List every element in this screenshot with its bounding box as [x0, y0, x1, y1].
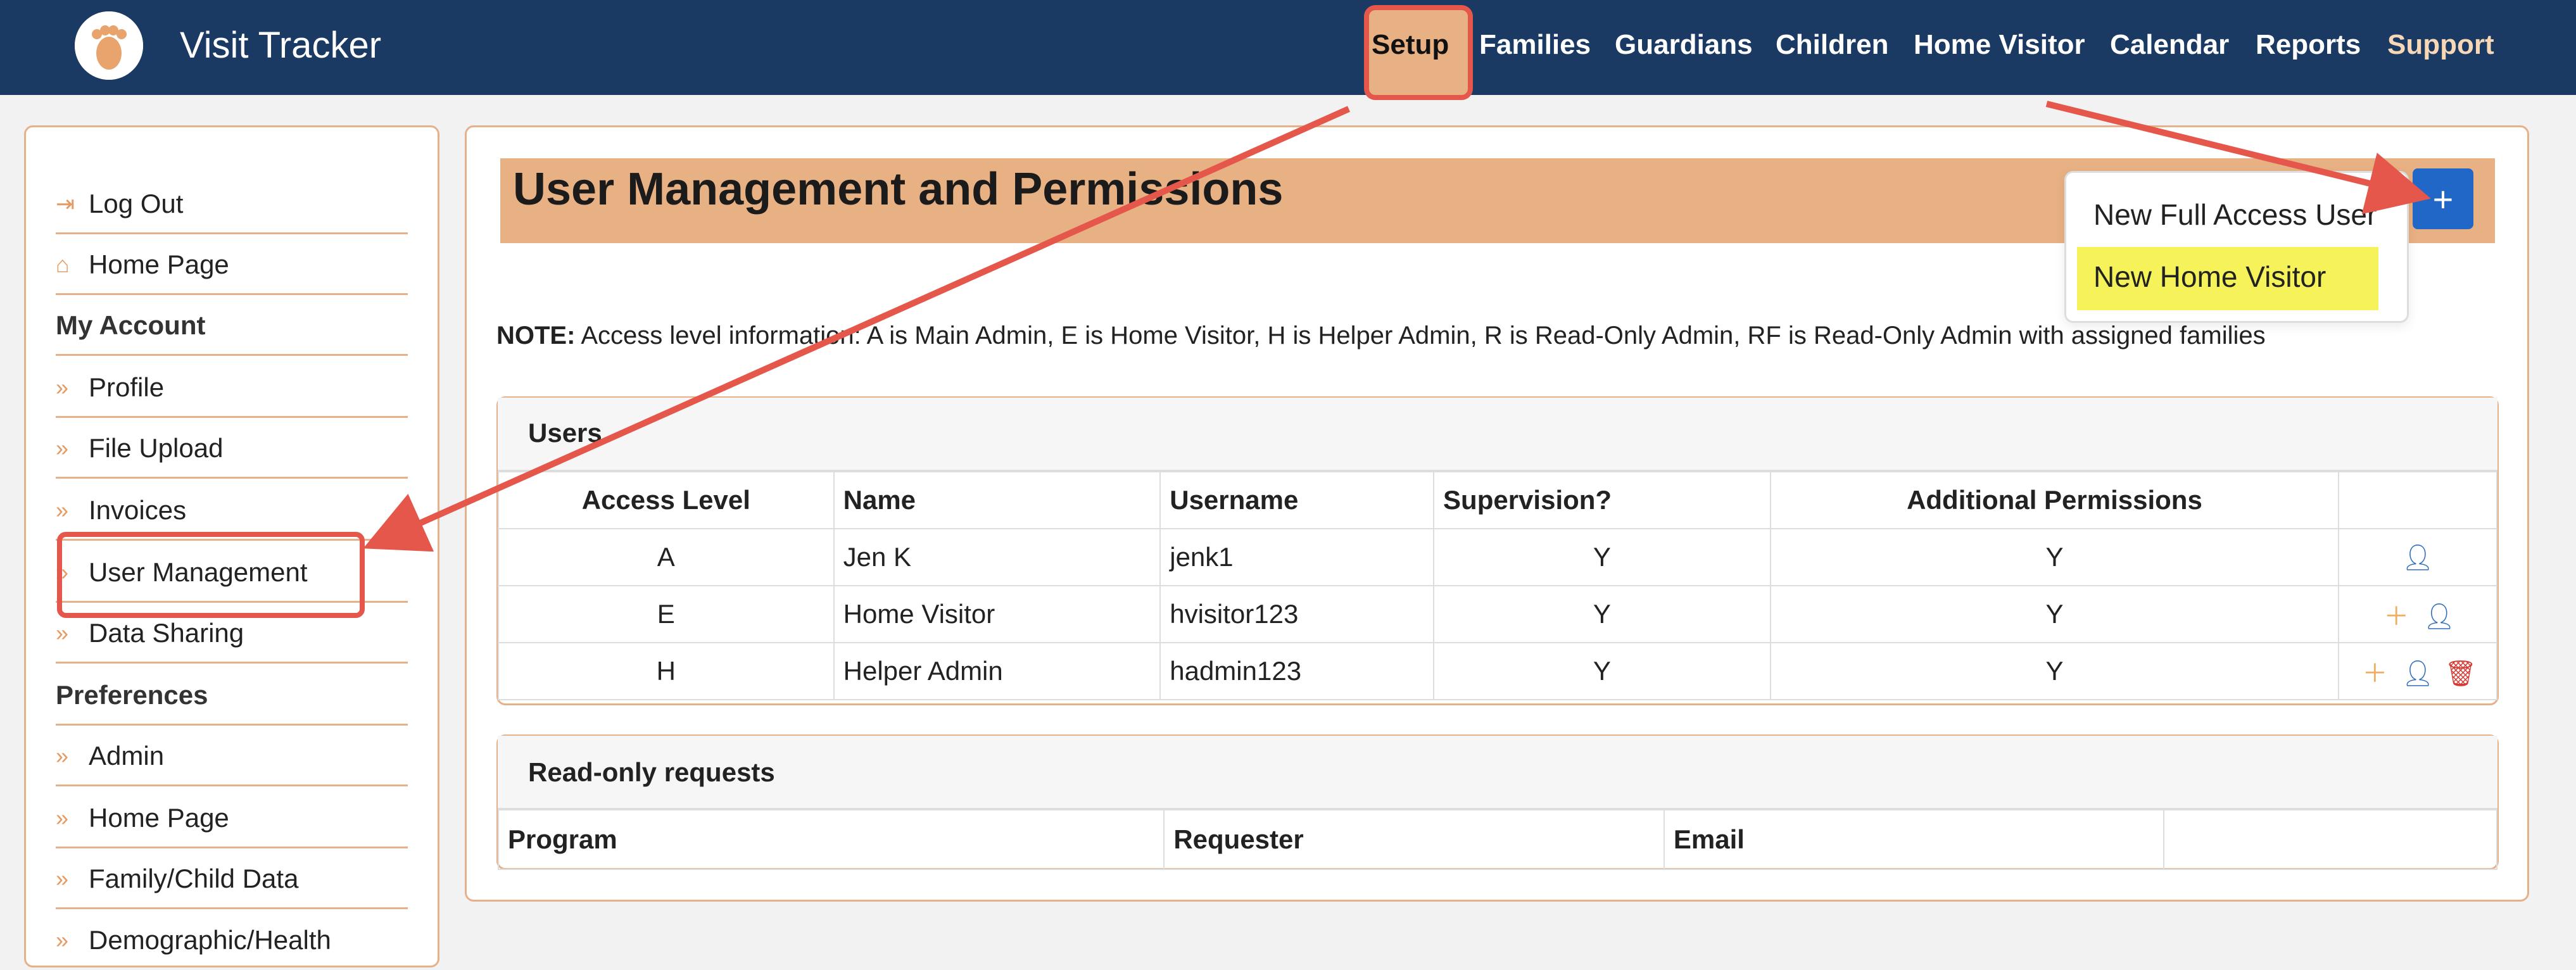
col-additional-permissions: Additional Permissions	[1769, 471, 2340, 529]
sidebar-item-file-upload[interactable]: » File Upload	[56, 419, 408, 479]
col-username: Username	[1159, 471, 1435, 529]
cell-name: Home Visitor	[833, 585, 1161, 643]
user-icon[interactable]: 👤︎	[2400, 543, 2435, 572]
sidebar-item-home-page[interactable]: ⌂ Home Page	[56, 236, 408, 295]
dropdown-item-new-full-access-user[interactable]: New Full Access User	[2093, 198, 2377, 232]
cell-supervision: Y	[1433, 528, 1771, 586]
cell-name: Jen K	[833, 528, 1161, 586]
chevron-right-icon: »	[56, 374, 69, 400]
col-program: Program	[497, 809, 1165, 870]
add-user-button[interactable]: +	[2413, 168, 2473, 229]
cell-name: Helper Admin	[833, 642, 1161, 700]
sidebar-item-family-child-data[interactable]: » Family/Child Data	[56, 850, 408, 909]
sidebar-item-label: Data Sharing	[89, 617, 244, 648]
cell-username: jenk1	[1159, 528, 1435, 586]
plus-icon: +	[2432, 179, 2454, 219]
cell-actions: 👤︎	[2338, 528, 2497, 586]
note-label: NOTE:	[496, 322, 576, 350]
trash-icon[interactable]: 🗑︎	[2443, 658, 2478, 688]
sidebar-item-label: Profile	[89, 372, 165, 402]
sidebar-item-label: Demographic/Health	[89, 925, 331, 955]
sidebar-item-log-out[interactable]: ⇥ Log Out	[56, 175, 408, 234]
readonly-requests-table: Program Requester Email	[497, 809, 2497, 870]
plus-icon[interactable]: ＋	[2378, 596, 2414, 633]
chevron-right-icon: »	[56, 865, 69, 891]
app-title: Visit Tracker	[180, 25, 382, 66]
users-table: Access Level Name Username Supervision? …	[498, 471, 2497, 700]
cell-access-level: A	[498, 528, 835, 586]
readonly-table-header-row: Program Requester Email	[497, 809, 2497, 870]
home-icon: ⌂	[56, 251, 70, 277]
chevron-right-icon: »	[56, 742, 69, 769]
nav-calendar[interactable]: Calendar	[2110, 29, 2229, 61]
nav-support[interactable]: Support	[2387, 29, 2494, 61]
col-requester: Requester	[1163, 809, 1665, 870]
cell-username: hadmin123	[1159, 642, 1435, 700]
nav-home-visitor[interactable]: Home Visitor	[1914, 29, 2085, 61]
sidebar-section-label: My Account	[56, 310, 206, 340]
users-table-header-row: Access Level Name Username Supervision? …	[498, 471, 2497, 529]
note-text: Access level information: A is Main Admi…	[581, 322, 2266, 350]
chevron-right-icon: »	[56, 434, 69, 461]
sidebar-section-label: Preferences	[56, 679, 208, 710]
col-supervision: Supervision?	[1433, 471, 1771, 529]
col-readonly-actions	[2163, 809, 2497, 870]
sidebar-item-label: Invoices	[89, 494, 187, 525]
access-level-note: NOTE: Access level information: A is Mai…	[496, 322, 2491, 350]
sidebar-section-my-account: My Account	[56, 296, 408, 356]
sidebar-item-label: Family/Child Data	[89, 863, 299, 893]
cell-access-level: E	[498, 585, 835, 643]
col-actions	[2338, 471, 2497, 529]
sidebar-item-home-page-pref[interactable]: » Home Page	[56, 789, 408, 848]
nav-reports[interactable]: Reports	[2256, 29, 2361, 61]
chevron-right-icon: »	[56, 496, 69, 523]
users-card-header	[498, 398, 2497, 472]
nav-children[interactable]: Children	[1776, 29, 1888, 61]
cell-access-level: H	[498, 642, 835, 700]
cell-additional-permissions: Y	[1769, 528, 2340, 586]
sidebar-item-label: Home Page	[89, 249, 229, 279]
cell-username: hvisitor123	[1159, 585, 1435, 643]
user-icon[interactable]: 👤︎	[2421, 602, 2457, 631]
chevron-right-icon: »	[56, 927, 69, 953]
plus-icon[interactable]: ＋	[2357, 653, 2392, 690]
sidebar-item-label: Log Out	[89, 188, 184, 218]
sidebar-item-label: Home Page	[89, 802, 229, 833]
users-card-title: Users	[528, 418, 602, 448]
cell-supervision: Y	[1433, 642, 1771, 700]
sidebar-item-profile[interactable]: » Profile	[56, 358, 408, 418]
page-title: User Management and Permissions	[513, 164, 1284, 215]
chevron-right-icon: »	[56, 804, 69, 831]
app-logo	[75, 11, 143, 80]
user-management-highlight	[57, 532, 365, 618]
cell-supervision: Y	[1433, 585, 1771, 643]
logout-icon: ⇥	[56, 190, 75, 217]
sidebar-item-label: File Upload	[89, 432, 224, 463]
sidebar-section-preferences: Preferences	[56, 666, 408, 726]
cell-actions: ＋ 👤︎ 🗑︎	[2338, 642, 2497, 700]
readonly-requests-header	[498, 736, 2497, 810]
cell-actions: ＋ 👤︎	[2338, 585, 2497, 643]
nav-families[interactable]: Families	[1479, 29, 1591, 61]
cell-additional-permissions: Y	[1769, 642, 2340, 700]
nav-guardians[interactable]: Guardians	[1615, 29, 1753, 61]
cell-additional-permissions: Y	[1769, 585, 2340, 643]
chevron-right-icon: »	[56, 619, 69, 646]
nav-setup[interactable]: Setup	[1372, 29, 1449, 61]
table-row: E Home Visitor hvisitor123 Y Y ＋ 👤︎	[498, 585, 2497, 643]
table-row: A Jen K jenk1 Y Y 👤︎	[498, 528, 2497, 586]
user-icon[interactable]: 👤︎	[2400, 658, 2435, 688]
sidebar-item-demographic-health[interactable]: » Demographic/Health	[56, 910, 408, 970]
table-row: H Helper Admin hadmin123 Y Y ＋ 👤︎ 🗑︎	[498, 642, 2497, 700]
col-name: Name	[833, 471, 1161, 529]
dropdown-item-new-home-visitor[interactable]: New Home Visitor	[2093, 260, 2326, 294]
col-access-level: Access Level	[498, 471, 835, 529]
sidebar-item-label: Admin	[89, 740, 165, 771]
readonly-requests-title: Read-only requests	[528, 757, 775, 787]
sidebar-item-admin[interactable]: » Admin	[56, 727, 408, 786]
col-email: Email	[1663, 809, 2165, 870]
